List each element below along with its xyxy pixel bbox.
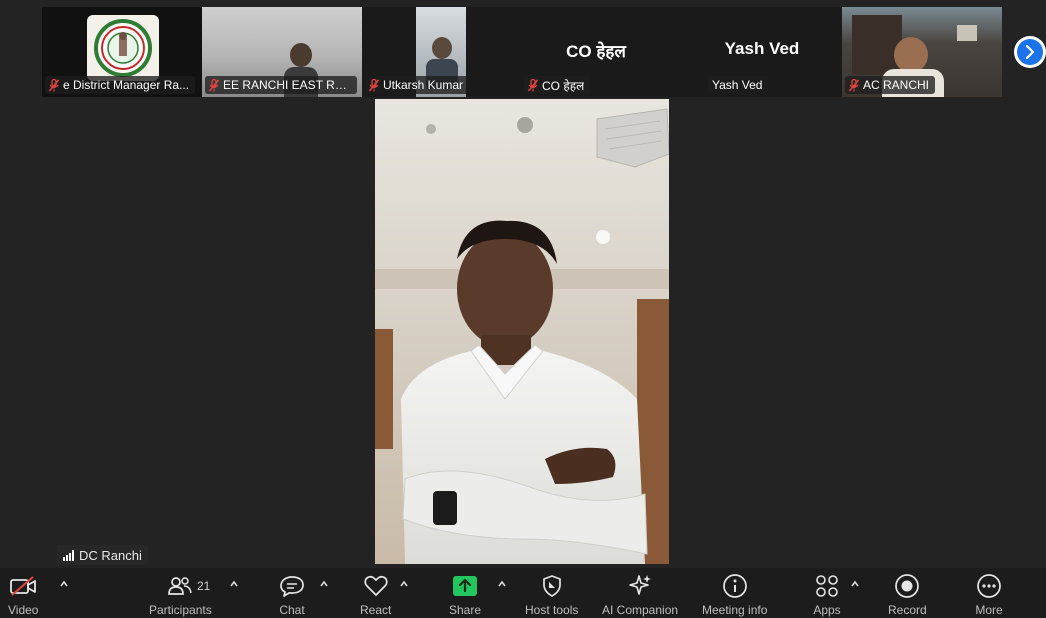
shield-icon bbox=[538, 572, 566, 600]
ai-companion-button[interactable]: AI Companion bbox=[602, 572, 678, 617]
heart-icon bbox=[362, 572, 390, 600]
share-screen-icon bbox=[451, 572, 479, 600]
participant-filmstrip: e District Manager Ra... EE RANCHI EAST … bbox=[42, 7, 1002, 97]
host-tools-label: Host tools bbox=[525, 603, 579, 617]
meeting-info-button[interactable]: Meeting info bbox=[702, 572, 767, 617]
participant-name-bar: Yash Ved bbox=[708, 76, 769, 94]
next-page-button[interactable] bbox=[1014, 36, 1046, 68]
react-button[interactable]: React bbox=[360, 572, 391, 617]
apps-button[interactable]: Apps bbox=[813, 572, 841, 617]
participant-name-bar: AC RANCHI bbox=[845, 76, 936, 94]
more-icon bbox=[975, 572, 1003, 600]
signal-strength-icon bbox=[63, 549, 74, 561]
meeting-toolbar: Video Participants 21 Chat React Share H… bbox=[0, 568, 1046, 618]
participant-name: e District Manager Ra... bbox=[63, 78, 190, 92]
react-label: React bbox=[360, 603, 392, 617]
mic-muted-icon bbox=[209, 78, 219, 92]
participant-name-bar: EE RANCHI EAST RAN... bbox=[205, 76, 357, 94]
sparkle-icon bbox=[626, 572, 654, 600]
apps-icon bbox=[813, 572, 841, 600]
record-button[interactable]: Record bbox=[888, 572, 927, 617]
active-speaker-video bbox=[375, 99, 669, 564]
record-label: Record bbox=[888, 603, 927, 617]
participant-name: EE RANCHI EAST RAN... bbox=[223, 78, 351, 92]
chevron-right-icon bbox=[1017, 39, 1043, 65]
participant-name-bar: e District Manager Ra... bbox=[45, 76, 196, 94]
meeting-info-label: Meeting info bbox=[702, 603, 768, 617]
participant-tile[interactable]: e District Manager Ra... bbox=[42, 7, 202, 97]
mic-muted-icon bbox=[369, 78, 379, 92]
chat-icon bbox=[278, 572, 306, 600]
participant-tile[interactable]: AC RANCHI bbox=[842, 7, 1002, 97]
participant-name: Yash Ved bbox=[712, 78, 763, 92]
video-label: Video bbox=[8, 603, 39, 617]
participant-tile[interactable]: Utkarsh Kumar bbox=[362, 7, 466, 97]
mic-muted-icon bbox=[528, 78, 538, 92]
react-options-caret-icon[interactable] bbox=[399, 580, 409, 588]
video-off-icon bbox=[9, 572, 37, 600]
share-button[interactable]: Share bbox=[449, 572, 481, 617]
chat-button[interactable]: Chat bbox=[278, 572, 306, 617]
participants-icon bbox=[166, 572, 194, 600]
mic-muted-icon bbox=[49, 78, 59, 92]
participant-tile[interactable]: EE RANCHI EAST RAN... bbox=[202, 7, 362, 97]
mic-muted-icon bbox=[849, 78, 859, 92]
participant-display-name: Yash Ved bbox=[724, 39, 800, 58]
participant-name: CO हेहल bbox=[542, 78, 585, 93]
participant-tile[interactable]: CO हेहल CO हेहल bbox=[466, 7, 682, 97]
more-label: More bbox=[975, 603, 1003, 617]
participant-display-name: CO हेहल bbox=[566, 42, 626, 61]
ai-companion-label: AI Companion bbox=[602, 603, 679, 617]
participant-name-bar: CO हेहल bbox=[524, 76, 591, 94]
video-button[interactable]: Video bbox=[8, 572, 38, 617]
record-icon bbox=[893, 572, 921, 600]
apps-label: Apps bbox=[813, 603, 841, 617]
jharkhand-seal-logo bbox=[87, 15, 159, 81]
active-speaker-name: DC Ranchi bbox=[79, 547, 142, 563]
participant-tile[interactable]: Yash Ved Yash Ved bbox=[682, 7, 842, 97]
participants-options-caret-icon[interactable] bbox=[229, 580, 239, 588]
share-options-caret-icon[interactable] bbox=[497, 580, 507, 588]
chat-label: Chat bbox=[279, 603, 305, 617]
info-icon bbox=[721, 572, 749, 600]
participant-name-bar: Utkarsh Kumar bbox=[365, 76, 466, 94]
participants-count: 21 bbox=[197, 579, 211, 593]
participant-name: AC RANCHI bbox=[863, 78, 930, 92]
chat-options-caret-icon[interactable] bbox=[319, 580, 329, 588]
host-tools-button[interactable]: Host tools bbox=[525, 572, 578, 617]
share-label: Share bbox=[449, 603, 482, 617]
participant-name: Utkarsh Kumar bbox=[383, 78, 464, 92]
participants-label: Participants bbox=[149, 603, 212, 617]
active-speaker-label: DC Ranchi bbox=[57, 545, 148, 565]
apps-options-caret-icon[interactable] bbox=[850, 580, 860, 588]
video-options-caret-icon[interactable] bbox=[59, 580, 69, 588]
more-button[interactable]: More bbox=[975, 572, 1003, 617]
